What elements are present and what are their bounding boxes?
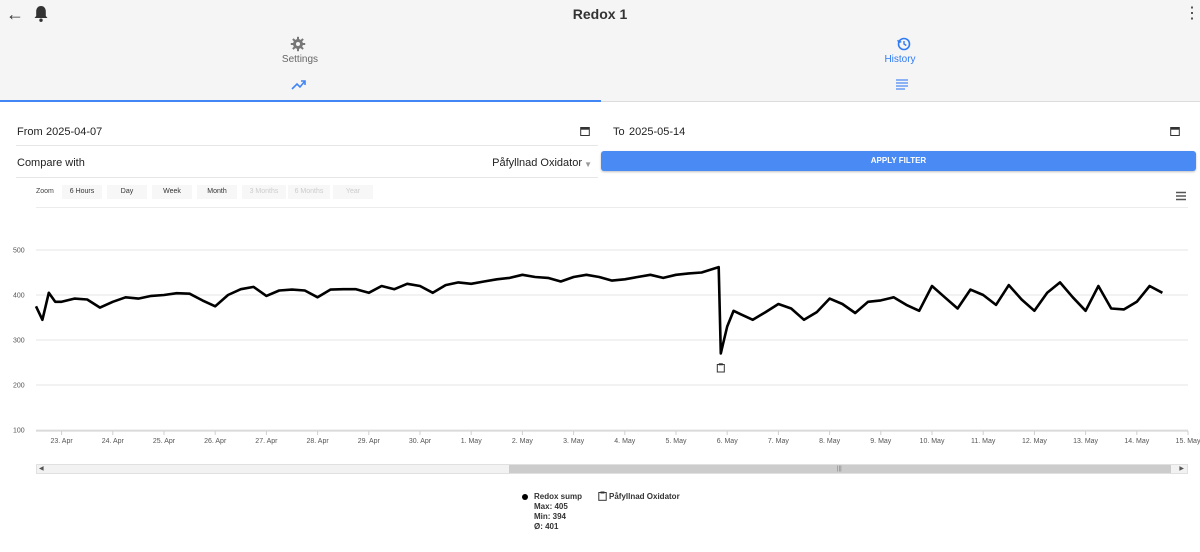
tab-history-label: History — [884, 54, 916, 65]
legend-compare-name: Påfyllnad Oxidator — [609, 492, 680, 501]
calendar-icon[interactable] — [580, 126, 590, 136]
annotations-layer — [716, 363, 725, 373]
chevron-down-icon[interactable]: ▼ — [584, 160, 592, 169]
navigator-scrollbar[interactable]: ◀ ||| ▶ — [36, 464, 1188, 474]
x-tick-label: 12. May — [1022, 438, 1047, 445]
x-tick-label: 24. Apr — [102, 438, 125, 445]
active-tab-indicator — [0, 100, 601, 102]
x-tick-label: 15. May — [1176, 438, 1200, 445]
clipboard-icon — [598, 491, 607, 501]
x-tick-label: 9. May — [870, 438, 892, 445]
x-tick-label: 5. May — [665, 438, 687, 445]
from-date-value[interactable]: 2025-04-07 — [46, 126, 102, 138]
compare-select-value[interactable]: Påfyllnad Oxidator — [492, 157, 582, 169]
x-tick-label: 6. May — [717, 438, 739, 445]
series-dot-icon — [522, 494, 528, 500]
series-layer — [34, 265, 1164, 355]
x-tick-label: 25. Apr — [153, 438, 176, 445]
x-tick-label: 30. Apr — [409, 438, 432, 445]
from-date-field[interactable]: From 2025-04-07 — [16, 124, 598, 146]
chart-plot: 100 200 300 400 500 23. Apr 24. Apr 25. Apr 26.… — [13, 248, 1200, 446]
x-tick-label: 2. May — [512, 438, 534, 445]
y-tick-label: 100 — [13, 428, 25, 435]
legend-avg: Ø: 401 — [534, 522, 559, 531]
app-bar: ← Redox 1 ⋮ — [0, 0, 1200, 30]
legend-max: Max: 405 — [534, 502, 568, 511]
x-tick-label: 1. May — [461, 438, 483, 445]
x-tick-label: 23. Apr — [51, 438, 74, 445]
tab-settings-label: Settings — [281, 54, 319, 65]
filter-panel: From 2025-04-07 To 2025-05-14 Compare wi… — [0, 108, 1200, 180]
trending-up-icon — [291, 78, 307, 92]
history-chart: Zoom 6 Hours Day Week Month 3 Months 6 M… — [0, 180, 1200, 552]
x-tick-label: 4. May — [614, 438, 636, 445]
scroll-right-arrow-icon[interactable]: ▶ — [1179, 465, 1184, 473]
x-tick-label: 8. May — [819, 438, 841, 445]
tab-settings[interactable]: Settings — [0, 30, 601, 102]
to-date-value[interactable]: 2025-05-14 — [629, 126, 685, 138]
scroll-left-arrow-icon[interactable]: ◀ — [39, 465, 44, 473]
compare-marker-clipboard-icon — [716, 363, 725, 373]
legend-min: Min: 394 — [534, 512, 567, 521]
list-lines-icon — [894, 78, 910, 92]
history-icon — [896, 36, 912, 52]
tab-history[interactable]: History — [600, 30, 1200, 102]
page-title: Redox 1 — [572, 6, 628, 22]
clipboard-clip — [718, 363, 723, 366]
clipboard-body — [716, 364, 725, 373]
x-tick-label: 27. Apr — [255, 438, 278, 445]
scroll-thumb[interactable]: ||| — [509, 465, 1171, 473]
compare-label: Compare with — [17, 157, 85, 169]
grip-icon: ||| — [837, 466, 842, 472]
tab-bar: Settings History — [0, 30, 1200, 102]
x-tick-label: 3. May — [563, 438, 585, 445]
x-tick-label: 11. May — [971, 438, 996, 445]
y-axis-ticks: 100 200 300 400 500 — [13, 248, 25, 435]
x-tick-label: 7. May — [768, 438, 790, 445]
to-date-field[interactable]: To 2025-05-14 — [612, 124, 1188, 146]
x-tick-label: 28. Apr — [307, 438, 330, 445]
x-tick-label: 10. May — [920, 438, 945, 445]
to-label: To — [613, 126, 625, 138]
x-tick-label: 26. Apr — [204, 438, 227, 445]
more-vertical-icon[interactable]: ⋮ — [1184, 4, 1200, 24]
legend-series-name: Redox sump — [534, 492, 583, 501]
x-tick-label: 13. May — [1073, 438, 1098, 445]
x-tick-label: 29. Apr — [358, 438, 381, 445]
y-tick-label: 400 — [13, 293, 25, 300]
y-tick-label: 200 — [13, 383, 25, 390]
y-tick-label: 300 — [13, 338, 25, 345]
grid-lines — [36, 249, 1188, 432]
gear-icon — [290, 36, 306, 52]
compare-with-field[interactable]: Compare with Påfyllnad Oxidator ▼ — [16, 154, 598, 178]
x-axis-ticks: 23. Apr 24. Apr 25. Apr 26. Apr 27. Apr 28. A… — [51, 431, 1200, 445]
calendar-icon[interactable] — [1170, 126, 1180, 136]
y-tick-label: 500 — [13, 248, 25, 255]
x-tick-label: 14. May — [1124, 438, 1149, 445]
apply-filter-button[interactable]: APPLY FILTER — [601, 151, 1196, 171]
from-label: From — [17, 126, 43, 138]
series-line-redox-sump — [34, 265, 1164, 355]
